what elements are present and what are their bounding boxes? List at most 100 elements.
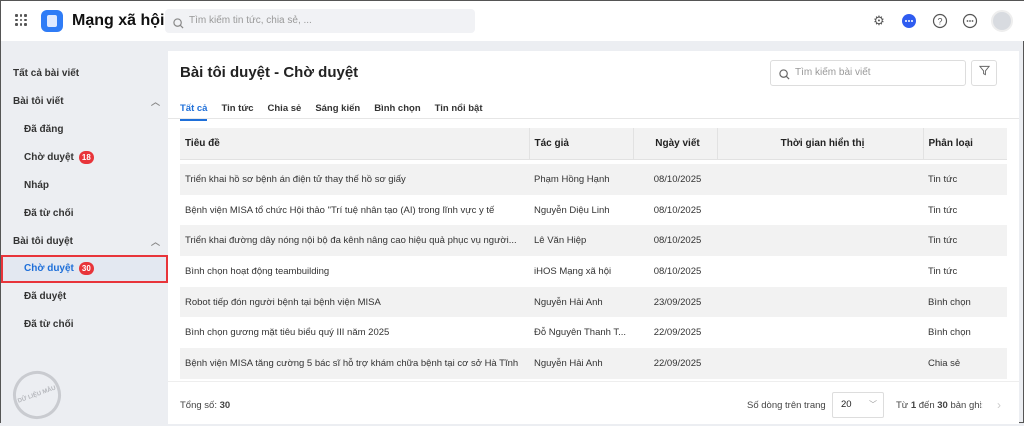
main-panel: Bài tôi duyệt - Chờ duyệt Tìm kiếm bài v… (168, 51, 1019, 424)
cell-display-time (717, 164, 923, 195)
table-row[interactable]: Bình chọn hoạt động teambuilding iHOS Mạn… (180, 256, 1007, 287)
table-row[interactable]: Triển khai hồ sơ bệnh án điện tử thay th… (180, 164, 1007, 195)
chat-icon[interactable] (901, 13, 917, 29)
table-row[interactable]: Triển khai đường dây nóng nội bộ đa kênh… (180, 225, 1007, 257)
sidebar-item-label: Tất cả bài viết (13, 68, 80, 79)
cell-date: 08/10/2025 (653, 204, 702, 216)
cell-date: 08/10/2025 (633, 225, 717, 257)
cell-display-time (717, 317, 923, 348)
gear-icon[interactable]: ⚙ (871, 13, 887, 29)
chevron-up-icon: ︿ (150, 97, 160, 107)
cell-author: Lê Văn Hiệp (529, 225, 633, 257)
app-title: Mạng xã hội (72, 12, 165, 29)
count-badge: 30 (78, 261, 94, 275)
rows-per-page-label: Số dòng trên trang (747, 400, 826, 411)
sidebar-item-draft[interactable]: Nháp (1, 172, 168, 200)
sidebar-item-label: Đã từ chối (24, 319, 74, 330)
cell-author: iHOS Mạng xã hội (534, 265, 612, 277)
sidebar-item-review-pending[interactable]: Chờ duyệt 30 (1, 255, 168, 283)
col-author[interactable]: Tác giả (528, 128, 633, 160)
record-range: Từ 1 đến 30 bản ghi (896, 400, 982, 411)
top-bar: Mạng xã hội Tìm kiếm tin tức, chia sẻ, .… (1, 1, 1024, 41)
cell-category: Bình chọn (928, 327, 971, 339)
avatar[interactable] (991, 10, 1013, 32)
col-category[interactable]: Phân loại (922, 128, 1007, 160)
total-count: Tổng số: 30 (180, 400, 231, 411)
sidebar-group-label: Bài tôi duyệt (13, 236, 74, 247)
prev-page-icon[interactable]: ‹ (979, 398, 983, 412)
cell-author: Nguyễn Hải Anh (529, 348, 633, 379)
col-display-time[interactable]: Thời gian hiển thị (716, 128, 923, 160)
cell-author: Nguyễn Hải Anh (529, 286, 633, 318)
app-logo (41, 10, 63, 32)
filter-icon (978, 65, 990, 79)
sidebar-group-label: Bài tôi viết (13, 96, 64, 107)
global-search-input[interactable]: Tìm kiếm tin tức, chia sẻ, ... (165, 9, 475, 33)
col-title[interactable]: Tiêu đề (180, 128, 529, 160)
cell-author: Phạm Hồng Hạnh (529, 164, 633, 195)
sidebar-item-approved[interactable]: Đã duyệt (1, 283, 168, 311)
cell-category: Bình chọn (923, 286, 1007, 318)
more-icon[interactable] (962, 13, 978, 29)
sidebar-item-label: Chờ duyệt (24, 152, 74, 163)
rows-per-page-select[interactable]: 20 ﹀ (832, 392, 884, 418)
page-title: Bài tôi duyệt - Chờ duyệt (180, 64, 359, 81)
table-row[interactable]: Bình chọn gương mặt tiêu biểu quý III nă… (180, 317, 1007, 348)
cell-title: Robot tiếp đón người bệnh tại bệnh viện … (180, 286, 529, 318)
search-icon (173, 15, 184, 39)
table-header: Tiêu đề Tác giả Ngày viết Thời gian hiển… (180, 128, 1007, 160)
posts-table: Tiêu đề Tác giả Ngày viết Thời gian hiển… (180, 128, 1007, 379)
sidebar-item-published[interactable]: Đã đăng (1, 116, 168, 144)
search-placeholder: Tìm kiếm bài viết (795, 67, 871, 78)
next-page-icon[interactable]: › (997, 398, 1001, 412)
cell-date: 22/09/2025 (633, 348, 717, 379)
cell-category: Tin tức (928, 204, 958, 216)
svg-text:?: ? (937, 17, 942, 27)
cell-category: Tin tức (928, 265, 958, 277)
post-search-input[interactable]: Tìm kiếm bài viết (770, 60, 966, 86)
filter-button[interactable] (971, 60, 997, 86)
cell-display-time (717, 195, 923, 226)
cell-display-time (717, 256, 923, 287)
cell-author: Đỗ Nguyên Thanh T... (534, 327, 627, 339)
cell-title: Triển khai hồ sơ bệnh án điện tử thay th… (180, 164, 529, 195)
sidebar-item-my-rejected[interactable]: Đã từ chối (1, 200, 168, 228)
cell-display-time (717, 286, 923, 318)
cell-date: 23/09/2025 (633, 286, 717, 318)
col-date[interactable]: Ngày viết (632, 128, 717, 160)
cell-date: 08/10/2025 (633, 164, 717, 195)
cell-title: Bình chọn gương mặt tiêu biểu quý III nă… (185, 327, 390, 339)
cell-title: Triển khai đường dây nóng nội bộ đa kênh… (180, 225, 529, 257)
table-footer: Tổng số: 30 Số dòng trên trang 20 ﹀ Từ 1 … (168, 381, 1019, 424)
sidebar-item-label: Nháp (24, 180, 49, 191)
sidebar-group-my-reviews[interactable]: Bài tôi duyệt ︿ (1, 228, 168, 256)
sidebar-item-all-posts[interactable]: Tất cả bài viết (1, 60, 168, 88)
sidebar: Tất cả bài viết Bài tôi viết ︿ Đã đăng Ch… (1, 51, 168, 424)
sidebar-item-my-pending[interactable]: Chờ duyệt 18 (1, 144, 168, 172)
sidebar-item-label: Đã đăng (24, 124, 64, 135)
table-row[interactable]: Bệnh viện MISA tăng cường 5 bác sĩ hỗ tr… (180, 348, 1007, 379)
cell-category: Tin tức (923, 225, 1007, 257)
cell-author: Nguyễn Diệu Linh (534, 204, 610, 216)
sidebar-item-label: Đã từ chối (24, 208, 74, 219)
divider (168, 118, 1019, 119)
cell-title: Bệnh viện MISA tăng cường 5 bác sĩ hỗ tr… (180, 348, 529, 379)
sidebar-item-review-rejected[interactable]: Đã từ chối (1, 311, 168, 339)
search-placeholder: Tìm kiếm tin tức, chia sẻ, ... (189, 15, 312, 26)
sidebar-group-my-posts[interactable]: Bài tôi viết ︿ (1, 88, 168, 116)
cell-category: Tin tức (923, 164, 1007, 195)
table-row[interactable]: Robot tiếp đón người bệnh tại bệnh viện … (180, 286, 1007, 318)
cell-title: Bệnh viện MISA tổ chức Hội thảo "Trí tuệ… (185, 204, 495, 216)
count-badge: 18 (78, 150, 94, 164)
help-icon[interactable]: ? (932, 13, 948, 29)
selected-value: 20 (841, 399, 852, 410)
chevron-down-icon: ﹀ (869, 400, 877, 409)
cell-title: Bình chọn hoạt động teambuilding (185, 265, 330, 277)
table-row[interactable]: Bệnh viện MISA tổ chức Hội thảo "Trí tuệ… (180, 195, 1007, 226)
cell-date: 22/09/2025 (653, 327, 702, 339)
chevron-up-icon: ︿ (150, 237, 160, 247)
sidebar-item-label: Chờ duyệt (24, 263, 74, 274)
sidebar-item-label: Đã duyệt (24, 291, 67, 302)
cell-date: 08/10/2025 (653, 265, 702, 277)
app-grid-icon[interactable] (15, 14, 27, 26)
